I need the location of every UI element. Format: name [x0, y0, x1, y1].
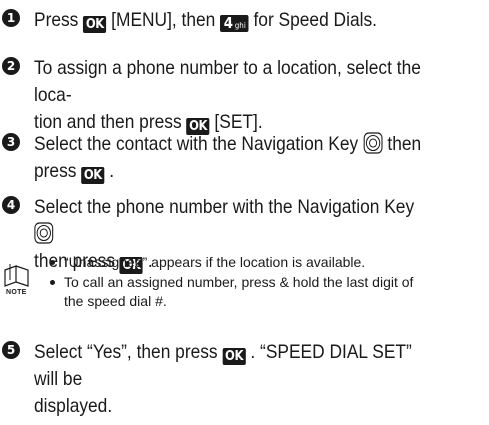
step-text: Select the contact with the Navigation K… — [34, 132, 422, 184]
step-text: Select “Yes”, then press OK . “SPEED DIA… — [34, 341, 412, 417]
bullet-dot — [50, 280, 55, 285]
step-number: 5 — [2, 341, 20, 359]
note-list: “Unassigned” appears if the location is … — [50, 253, 484, 311]
ok-key-icon: OK — [222, 348, 246, 365]
note-label: NOTE — [6, 289, 27, 296]
step-number: 1 — [2, 9, 20, 27]
navigation-key-icon — [34, 222, 54, 244]
step-text: Press OK [MENU], then 4 ghi for Speed Dia… — [34, 9, 377, 33]
ok-key-icon: OK — [83, 16, 107, 33]
navigation-key-icon — [363, 132, 383, 154]
note-bullet: “Unassigned” appears if the location is … — [50, 253, 484, 272]
step-number: 4 — [2, 196, 20, 214]
note-bullet: To call an assigned number, press & hold… — [50, 273, 484, 292]
four-ghi-key-icon: 4 ghi — [220, 15, 249, 32]
ok-key-icon: OK — [81, 167, 105, 184]
bullet-dot — [50, 260, 55, 265]
step-text: To assign a phone number to a location, … — [34, 57, 421, 135]
step-number: 2 — [2, 57, 20, 75]
step-number: 3 — [2, 133, 20, 151]
note-bullet-continuation: the speed dial #. — [64, 293, 167, 309]
